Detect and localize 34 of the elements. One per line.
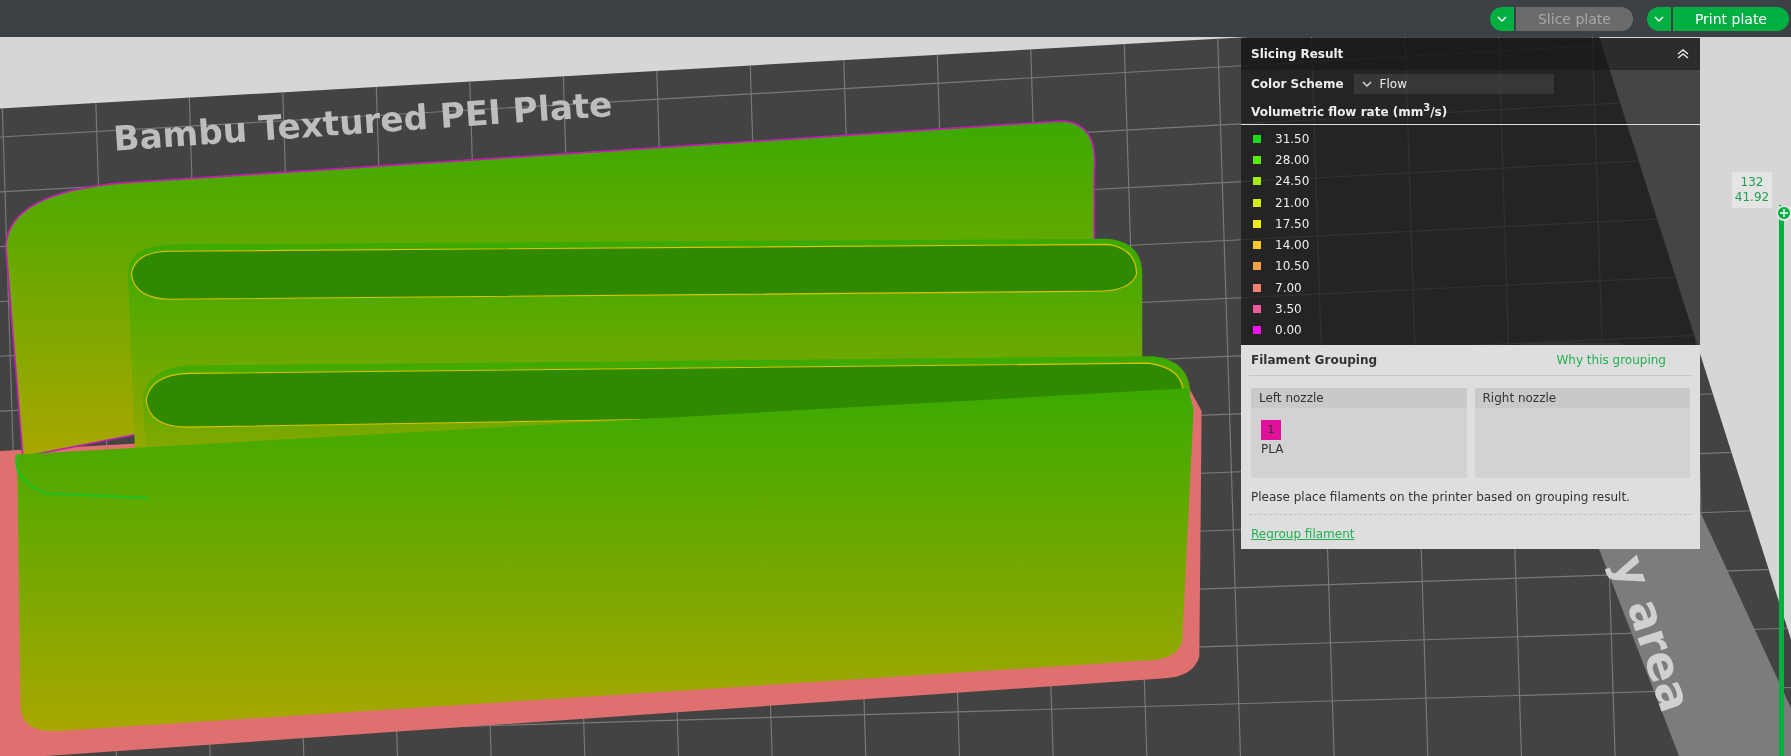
color-scheme-dropdown[interactable]: Flow xyxy=(1353,74,1554,94)
legend-value: 17.50 xyxy=(1275,216,1310,231)
filament-chip[interactable]: 1 xyxy=(1261,419,1281,440)
nozzle-label: Right nozzle xyxy=(1474,387,1690,408)
caret-icon xyxy=(1653,15,1664,22)
legend-value: 24.50 xyxy=(1275,174,1310,189)
section-title: Filament Grouping xyxy=(1251,352,1377,367)
layer-readout: 132 41.92 xyxy=(1732,172,1772,208)
caret-icon xyxy=(1497,15,1507,22)
legend-value: 0.00 xyxy=(1275,323,1302,338)
legend-value: 10.50 xyxy=(1275,259,1310,274)
nozzle-label: Left nozzle xyxy=(1251,387,1467,408)
print-plate-button[interactable]: Print plate xyxy=(1672,6,1789,31)
collapse-icon[interactable] xyxy=(1676,48,1690,60)
color-scheme-label: Color Scheme xyxy=(1251,77,1344,91)
slider-handle[interactable] xyxy=(1776,205,1791,221)
legend-title: Volumetric flow rate (mm$^{3}$/s) xyxy=(1241,98,1700,125)
filament-name: PLA xyxy=(1261,441,1285,456)
why-grouping-link[interactable]: Why this grouping xyxy=(1556,352,1666,367)
legend-value: 31.50 xyxy=(1275,131,1310,146)
dropdown-button[interactable] xyxy=(1646,6,1671,31)
plus-icon xyxy=(1780,209,1788,217)
grouping-note: Please place filaments on the printer based on grouping result. xyxy=(1249,487,1692,515)
caret-icon xyxy=(1361,81,1372,87)
dropdown-button[interactable] xyxy=(1490,6,1514,31)
regroup-link[interactable]: Regroup filament xyxy=(1249,514,1357,543)
plate-label: Bambu Textured PEI Plate xyxy=(112,83,614,159)
legend-value: 7.00 xyxy=(1275,280,1302,295)
legend-value: 14.00 xyxy=(1275,238,1310,253)
legend-value: 28.00 xyxy=(1275,152,1310,167)
plate-label: y area xyxy=(1602,548,1703,719)
panel-title: Slicing Result xyxy=(1251,47,1344,61)
legend-value: 21.00 xyxy=(1275,195,1310,210)
legend-value: 3.50 xyxy=(1275,302,1302,316)
